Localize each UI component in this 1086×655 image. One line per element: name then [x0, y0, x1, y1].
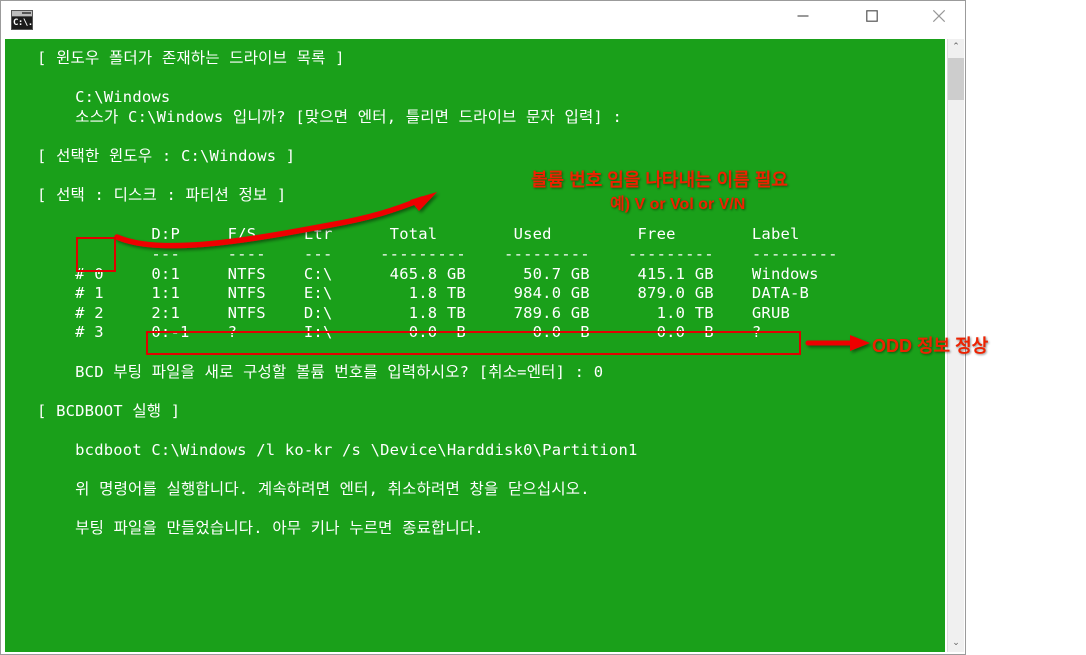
maximize-icon	[866, 10, 878, 22]
scroll-up-icon[interactable]: ⌃	[948, 39, 964, 56]
command-prompt-window: C:\. [ 윈도우 폴더가 존재하는 드라이브 목록 ] C:\Windows…	[0, 0, 966, 655]
maximize-button[interactable]	[849, 1, 895, 31]
console-output-area[interactable]: [ 윈도우 폴더가 존재하는 드라이브 목록 ] C:\Windows 소스가 …	[5, 39, 945, 652]
vertical-scrollbar[interactable]: ⌃ ⌄	[947, 39, 964, 652]
close-icon	[932, 9, 946, 23]
scroll-down-icon[interactable]: ⌄	[948, 635, 964, 652]
scrollbar-thumb[interactable]	[948, 58, 964, 100]
cmd-icon-label: C:\.	[12, 17, 33, 29]
cmd-prompt-icon[interactable]: C:\.	[11, 10, 33, 30]
cmd-icon-titlestrip	[12, 11, 32, 17]
console-text: [ 윈도우 폴더가 존재하는 드라이브 목록 ] C:\Windows 소스가 …	[37, 49, 838, 538]
minimize-button[interactable]	[780, 1, 826, 31]
close-button[interactable]	[916, 1, 962, 31]
window-titlebar[interactable]: C:\.	[1, 1, 965, 39]
minimize-icon	[797, 15, 809, 17]
